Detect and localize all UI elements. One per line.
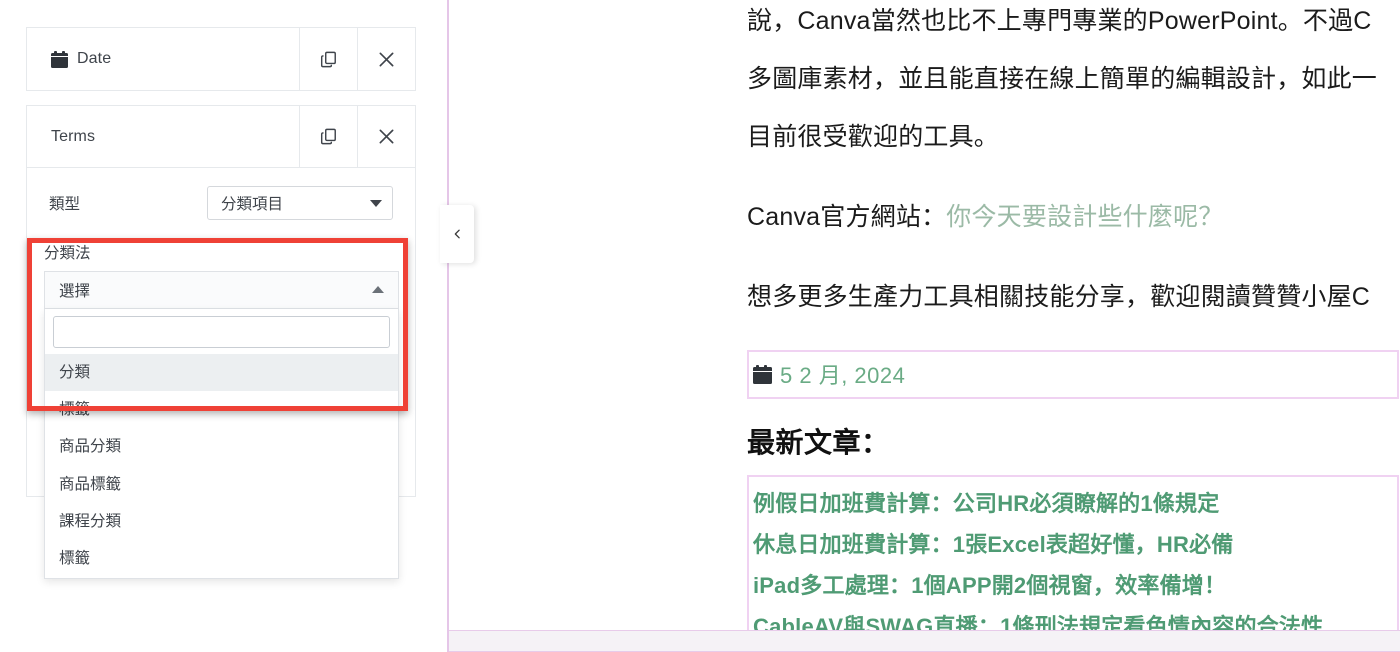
preview-bottom-left-cap [447, 630, 449, 652]
taxonomy-field-select[interactable]: 選擇 [44, 270, 399, 309]
screen-root: Date Terms 類型 分類項目 分類法 選擇 分類 標籤 商品分類 商品標… [0, 0, 1400, 652]
widget-title-date-label: Date [77, 50, 112, 67]
panel-collapse-button[interactable] [440, 205, 474, 263]
type-field-label: 類型 [49, 196, 81, 213]
elementor-editor-panel: Date Terms 類型 分類項目 分類法 選擇 分類 標籤 商品分類 商品標… [0, 0, 447, 652]
preview-left-border [447, 0, 449, 652]
widget-body-terms: 類型 分類項目 [27, 168, 415, 236]
canva-official-prefix: Canva官方網站： [747, 203, 947, 231]
duplicate-icon-terms[interactable] [299, 106, 357, 167]
calendar-icon [51, 50, 68, 68]
post-date-widget: 5 2 月, 2024 [747, 350, 1399, 399]
post-link-2[interactable]: iPad多工處理：1個APP開2個視窗，效率備增！ [753, 565, 1389, 606]
paragraph-line-2: 多圖庫素材，並且能直接在線上簡單的編輯設計，如此一 [747, 65, 1378, 93]
site-preview: 說，Canva當然也比不上專門專業的PowerPoint。不過C 多圖庫素材，並… [449, 0, 1400, 652]
taxonomy-option-0[interactable]: 分類 [45, 353, 398, 391]
field-row-type: 類型 分類項目 [49, 186, 393, 220]
post-link-0[interactable]: 例假日加班費計算：公司HR必須瞭解的1條規定 [753, 483, 1389, 524]
canva-official-line: Canva官方網站：你今天要設計些什麼呢？ [747, 188, 1400, 246]
share-line: 想多更多生產力工具相關技能分享，歡迎閱讀贊贊小屋C [747, 283, 1371, 311]
type-field-select[interactable]: 分類項目 [207, 186, 393, 220]
taxonomy-field-value: 選擇 [59, 282, 91, 300]
widget-header-date: Date [27, 28, 415, 90]
taxonomy-dropdown: 分類 標籤 商品分類 商品標籤 課程分類 標籤 [44, 308, 399, 579]
post-link-1[interactable]: 休息日加班費計算：1張Excel表超好懂，HR必備 [753, 524, 1389, 565]
article-content: 說，Canva當然也比不上專門專業的PowerPoint。不過C 多圖庫素材，並… [747, 0, 1400, 652]
chevron-down-icon [370, 199, 382, 207]
close-icon-date[interactable] [357, 28, 415, 90]
widget-title-terms-label: Terms [51, 127, 96, 145]
taxonomy-option-4[interactable]: 課程分類 [45, 503, 398, 540]
taxonomy-search-input[interactable] [53, 315, 390, 348]
widget-title-date[interactable]: Date [27, 28, 299, 90]
post-date-text: 5 2 月, 2024 [780, 363, 906, 388]
paragraph-line-1: 說，Canva當然也比不上專門專業的PowerPoint。不過C [747, 7, 1372, 35]
paragraph-line-3: 目前很受歡迎的工具。 [747, 123, 1000, 151]
taxonomy-field-label: 分類法 [44, 245, 91, 262]
preview-bottom-bar [449, 630, 1400, 652]
latest-posts-list: 例假日加班費計算：公司HR必須瞭解的1條規定 休息日加班費計算：1張Excel表… [747, 475, 1399, 652]
widget-header-terms: Terms [27, 106, 415, 168]
type-field-value: 分類項目 [221, 196, 284, 213]
duplicate-icon-date[interactable] [299, 28, 357, 90]
chevron-up-icon [372, 286, 384, 293]
latest-posts-title: 最新文章： [747, 427, 890, 458]
taxonomy-field-group: 分類法 選擇 分類 標籤 商品分類 商品標籤 課程分類 標籤 [44, 246, 399, 579]
close-icon-terms[interactable] [357, 106, 415, 167]
widget-card-date: Date [26, 27, 416, 91]
calendar-icon [753, 364, 772, 384]
taxonomy-option-1[interactable]: 標籤 [45, 391, 398, 428]
widget-title-terms[interactable]: Terms [27, 106, 299, 167]
canva-official-link[interactable]: 你今天要設計些什麼呢？ [946, 203, 1223, 231]
taxonomy-option-2[interactable]: 商品分類 [45, 428, 398, 465]
taxonomy-option-5[interactable]: 標籤 [45, 540, 398, 577]
taxonomy-search-wrap [45, 308, 398, 354]
taxonomy-option-3[interactable]: 商品標籤 [45, 466, 398, 503]
